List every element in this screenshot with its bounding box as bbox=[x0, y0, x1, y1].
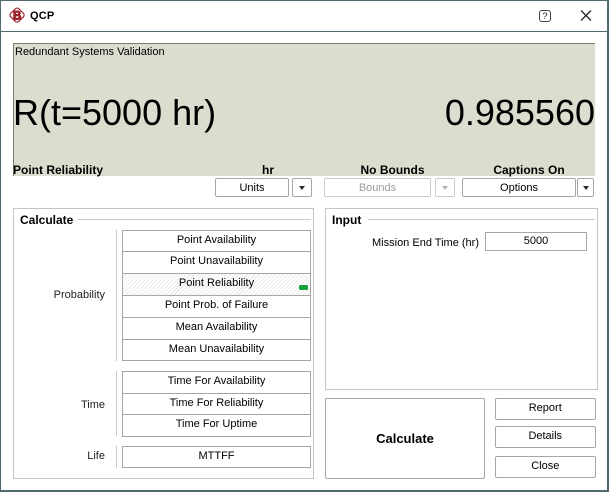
svg-text:B: B bbox=[13, 10, 21, 22]
